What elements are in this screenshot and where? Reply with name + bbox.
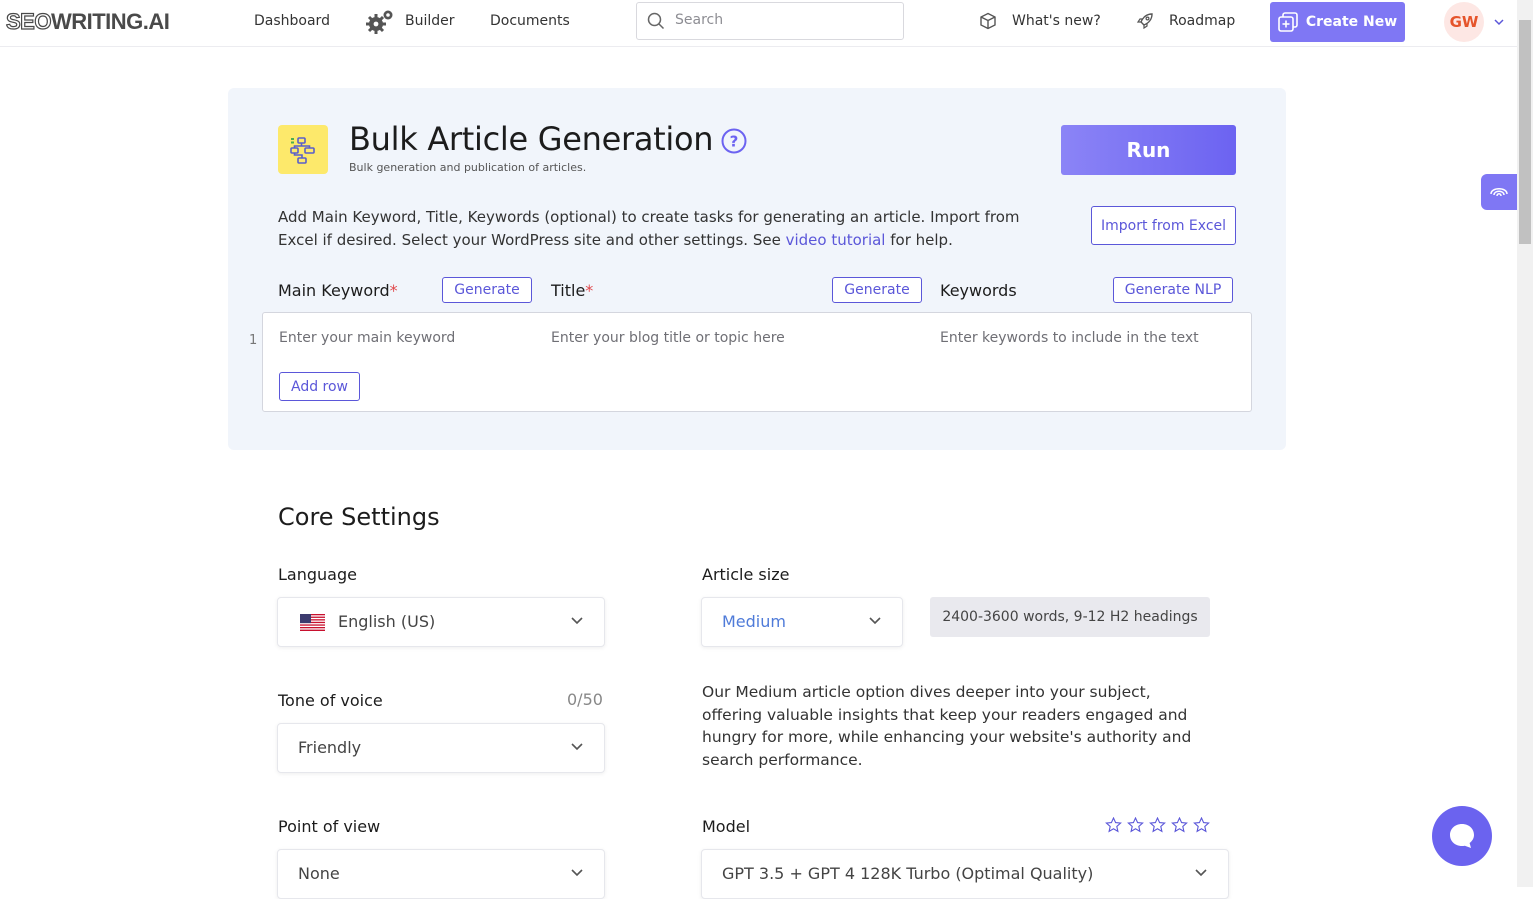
- chevron-down-icon: [1195, 869, 1207, 877]
- article-size-info: 2400-3600 words, 9-12 H2 headings: [930, 597, 1210, 637]
- chevron-down-icon: [571, 617, 583, 625]
- article-size-select[interactable]: Medium: [701, 597, 903, 647]
- model-rating: [1105, 817, 1210, 833]
- search-input[interactable]: [673, 11, 897, 29]
- user-avatar[interactable]: GW: [1444, 2, 1484, 42]
- chat-button[interactable]: [1432, 806, 1492, 866]
- title-cell[interactable]: Enter your blog title or topic here: [551, 330, 785, 346]
- generate-keyword-button[interactable]: Generate: [442, 277, 532, 303]
- pov-select[interactable]: None: [277, 849, 605, 899]
- title-label-text: Title: [551, 281, 586, 300]
- tone-value: Friendly: [298, 738, 362, 757]
- pov-label: Point of view: [278, 817, 381, 836]
- pov-value: None: [298, 864, 340, 883]
- add-document-icon: [1278, 12, 1298, 32]
- top-navbar: SEOWRITING.AI Dashboard Builder Document…: [0, 0, 1517, 47]
- search-box[interactable]: [636, 2, 904, 40]
- core-settings-title: Core Settings: [278, 503, 440, 531]
- nav-dashboard-link[interactable]: Dashboard: [254, 13, 330, 29]
- row-number: 1: [249, 333, 258, 348]
- logo-light-text: SEO: [5, 8, 52, 34]
- rocket-icon: [1136, 13, 1153, 30]
- model-select[interactable]: GPT 3.5 + GPT 4 128K Turbo (Optimal Qual…: [701, 849, 1229, 899]
- main-keyword-label-text: Main Keyword: [278, 281, 390, 300]
- star-icon: [1149, 817, 1166, 833]
- us-flag-icon: [300, 614, 325, 631]
- side-widget-button[interactable]: [1481, 174, 1517, 210]
- workflow-icon: [278, 125, 328, 174]
- main-keyword-label: Main Keyword*: [278, 281, 398, 300]
- help-icon[interactable]: ?: [721, 128, 747, 154]
- keyword-grid: [262, 312, 1252, 412]
- keywords-cell[interactable]: Enter keywords to include in the text: [940, 330, 1199, 346]
- chevron-down-icon: [571, 743, 583, 751]
- tone-select[interactable]: Friendly: [277, 723, 605, 773]
- nav-roadmap-link[interactable]: Roadmap: [1169, 13, 1235, 29]
- page-scrollbar-thumb[interactable]: [1519, 20, 1531, 244]
- video-tutorial-link[interactable]: video tutorial: [786, 231, 886, 249]
- run-button[interactable]: Run: [1061, 125, 1236, 175]
- add-row-button[interactable]: Add row: [279, 372, 360, 401]
- required-mark: *: [389, 281, 398, 300]
- model-label: Model: [702, 817, 751, 836]
- article-size-label: Article size: [702, 565, 790, 584]
- svg-text:?: ?: [730, 133, 739, 151]
- article-size-value: Medium: [722, 612, 786, 631]
- fingerprint-icon: [1490, 188, 1508, 197]
- star-icon: [1193, 817, 1210, 833]
- keywords-label: Keywords: [940, 281, 1017, 300]
- search-icon: [647, 12, 665, 30]
- create-new-label: Create New: [1305, 14, 1398, 30]
- language-value: English (US): [338, 612, 436, 631]
- generate-nlp-button[interactable]: Generate NLP: [1113, 277, 1233, 303]
- tone-counter: 0/50: [567, 690, 603, 709]
- tone-label: Tone of voice: [278, 691, 383, 710]
- language-select[interactable]: English (US): [277, 597, 605, 647]
- star-icon: [1171, 817, 1188, 833]
- star-icon: [1127, 817, 1144, 833]
- star-icon: [1105, 817, 1122, 833]
- bulk-description: Add Main Keyword, Title, Keywords (optio…: [278, 206, 1038, 251]
- title-label: Title*: [551, 281, 593, 300]
- chevron-down-icon[interactable]: [1493, 16, 1505, 28]
- required-mark: *: [585, 281, 594, 300]
- model-value: GPT 3.5 + GPT 4 128K Turbo (Optimal Qual…: [722, 864, 1094, 883]
- page-title: Bulk Article Generation: [349, 120, 714, 158]
- create-new-button[interactable]: Create New: [1270, 2, 1405, 42]
- description-text-end: for help.: [885, 230, 953, 249]
- chat-icon: [1450, 824, 1474, 848]
- main-keyword-cell[interactable]: Enter your main keyword: [279, 330, 455, 346]
- gears-icon: [366, 10, 393, 34]
- language-label: Language: [278, 565, 357, 584]
- nav-whats-new-link[interactable]: What's new?: [1012, 13, 1101, 29]
- generate-title-button[interactable]: Generate: [832, 277, 922, 303]
- nav-builder-link[interactable]: Builder: [405, 13, 455, 29]
- chevron-down-icon: [571, 869, 583, 877]
- page-subtitle: Bulk generation and publication of artic…: [349, 161, 587, 174]
- article-size-description: Our Medium article option dives deeper i…: [702, 683, 1192, 769]
- box-icon: [980, 12, 996, 30]
- import-excel-button[interactable]: Import from Excel: [1091, 206, 1236, 245]
- logo[interactable]: SEOWRITING.AI: [5, 8, 170, 35]
- logo-bold-text: WRITING.AI: [50, 9, 170, 34]
- chevron-down-icon: [869, 617, 881, 625]
- nav-documents-link[interactable]: Documents: [490, 13, 570, 29]
